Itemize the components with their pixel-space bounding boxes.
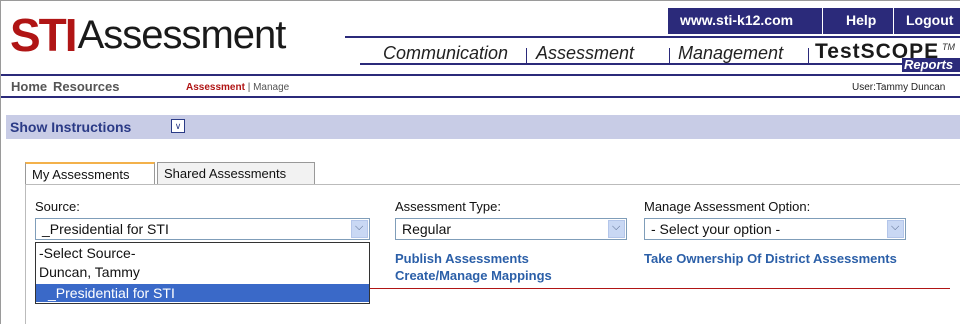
nav-divider (526, 48, 527, 64)
breadcrumb-manage: Manage (253, 82, 290, 93)
take-ownership-link[interactable]: Take Ownership Of District Assessments (644, 251, 897, 266)
source-dropdown-list: -Select Source- Duncan, Tammy _President… (35, 242, 370, 304)
nav-testscope-reports[interactable]: Reports (902, 58, 960, 72)
top-link-divider (822, 8, 823, 34)
assessment-type-value: Regular (402, 221, 452, 237)
nav-top-rule (345, 36, 960, 38)
assessment-type-select[interactable]: Regular ⌵ (395, 218, 627, 240)
nav-divider (808, 48, 809, 64)
chevron-down-icon: ⌵ (355, 221, 364, 233)
logout-link[interactable]: Logout (906, 12, 953, 28)
current-user-label: User:Tammy Duncan (852, 82, 946, 93)
chevron-down-icon: ⌵ (612, 221, 621, 233)
source-select[interactable]: _Presidential for STI ⌵ (35, 218, 370, 240)
sti-website-link[interactable]: www.sti-k12.com (680, 12, 793, 28)
sub-navigation-bar: Home Resources Assessment | Manage User:… (1, 74, 960, 98)
logo-sti-text: STI (10, 9, 78, 61)
assessment-type-label: Assessment Type: (395, 199, 501, 214)
nav-communication[interactable]: Communication (383, 43, 508, 64)
create-manage-mappings-link[interactable]: Create/Manage Mappings (395, 268, 552, 283)
manage-option-value: - Select your option - (651, 221, 781, 237)
publish-assessments-link[interactable]: Publish Assessments (395, 251, 529, 266)
tab-my-assessments[interactable]: My Assessments (25, 162, 155, 184)
tab-shared-assessments[interactable]: Shared Assessments (157, 162, 315, 184)
source-label: Source: (35, 199, 80, 214)
nav-assessment[interactable]: Assessment (536, 43, 634, 64)
show-instructions-label[interactable]: Show Instructions (10, 119, 131, 135)
assessment-type-dropdown-button[interactable]: ⌵ (608, 220, 625, 238)
section-divider (370, 288, 950, 289)
source-option-selected[interactable]: _Presidential for STI (36, 284, 369, 302)
breadcrumb-assessment[interactable]: Assessment (186, 82, 245, 93)
source-dropdown-button[interactable]: ⌵ (351, 220, 368, 238)
chevron-double-down-icon[interactable]: ∨ (171, 119, 185, 133)
chevron-down-icon: ⌵ (891, 221, 900, 233)
manage-option-select[interactable]: - Select your option - ⌵ (644, 218, 906, 240)
instructions-bar[interactable]: Show Instructions ∨ (6, 115, 960, 139)
sti-assessment-logo[interactable]: STI Assessment (10, 9, 287, 61)
nav-divider (669, 48, 670, 64)
breadcrumb: Assessment | Manage (186, 82, 289, 93)
home-link[interactable]: Home (11, 79, 47, 94)
top-link-divider (893, 8, 894, 34)
help-link[interactable]: Help (846, 12, 876, 28)
nav-management[interactable]: Management (678, 43, 783, 64)
source-option[interactable]: Duncan, Tammy (39, 264, 140, 280)
source-option[interactable]: -Select Source- (39, 245, 135, 261)
breadcrumb-separator: | (247, 82, 251, 93)
resources-link[interactable]: Resources (53, 79, 119, 94)
logo-assessment-text: Assessment (77, 13, 287, 57)
trademark-mark: TM (942, 42, 955, 52)
manage-option-label: Manage Assessment Option: (644, 199, 811, 214)
source-select-value: _Presidential for STI (42, 221, 169, 237)
manage-option-dropdown-button[interactable]: ⌵ (887, 220, 904, 238)
